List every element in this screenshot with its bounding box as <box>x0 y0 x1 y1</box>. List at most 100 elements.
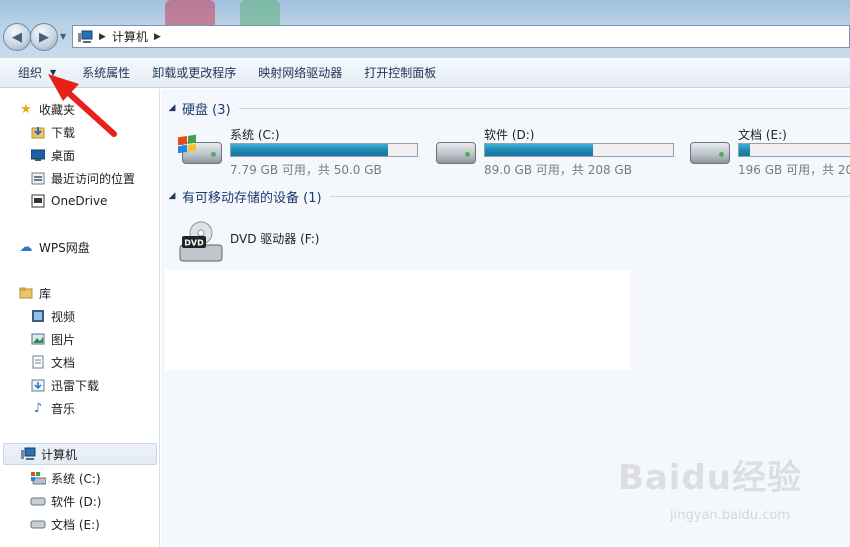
sidebar-item-drive-c[interactable]: 系统 (C:) <box>30 467 101 489</box>
address-bar[interactable]: ▶ 计算机 ▶ <box>72 25 850 48</box>
music-icon: ♪ <box>33 400 43 416</box>
sidebar-item-favorites[interactable]: ★ 收藏夹 <box>18 98 75 120</box>
sidebar-item-drive-e[interactable]: 文档 (E:) <box>30 513 100 535</box>
group-title: 有可移动存储的设备 (1) <box>182 190 322 206</box>
open-control-panel-button[interactable]: 打开控制面板 <box>355 61 445 85</box>
map-network-drive-button[interactable]: 映射网络驱动器 <box>249 61 351 85</box>
drive-name: 系统 (C:) <box>230 128 280 142</box>
drive-usage-fill <box>485 144 593 156</box>
blank-area <box>165 270 630 370</box>
drive-usage-fill <box>231 144 388 156</box>
sidebar-label: 桌面 <box>51 148 76 163</box>
breadcrumb-chevron-icon[interactable]: ▶ <box>154 32 161 42</box>
cloud-icon: ☁ <box>19 239 33 255</box>
back-arrow-icon: ◀ <box>12 29 22 45</box>
sidebar-item-documents[interactable]: 文档 <box>30 351 75 373</box>
star-icon: ★ <box>20 101 32 117</box>
back-button[interactable]: ◀ <box>3 23 31 51</box>
drive-usage-fill <box>739 144 750 156</box>
computer-icon <box>77 30 93 44</box>
sidebar-label: 音乐 <box>51 401 76 416</box>
organize-label: 组织 <box>18 66 43 80</box>
download-folder-icon <box>30 124 46 140</box>
sidebar-label: 图片 <box>51 332 76 347</box>
picture-icon <box>30 331 46 347</box>
svg-text:DVD: DVD <box>184 239 204 248</box>
sidebar-item-computer[interactable]: 计算机 <box>3 443 157 465</box>
uninstall-program-button[interactable]: 卸载或更改程序 <box>143 61 245 85</box>
sidebar-item-onedrive[interactable]: OneDrive <box>30 190 107 212</box>
sidebar-item-wps-drive[interactable]: ☁ WPS网盘 <box>18 236 90 258</box>
sidebar-item-desktop[interactable]: 桌面 <box>30 144 75 166</box>
drive-tile-e[interactable]: 文档 (E:) 196 GB 可用，共 208 GB <box>686 126 850 186</box>
library-icon <box>18 285 34 301</box>
drive-icon <box>30 516 46 532</box>
thunder-download-icon <box>30 377 46 393</box>
breadcrumb-chevron-icon[interactable]: ▶ <box>99 32 106 42</box>
sidebar-label: 视频 <box>51 309 76 324</box>
recent-pages-dropdown[interactable]: ▼ <box>60 32 68 41</box>
drive-tile-c[interactable]: 系统 (C:) 7.79 GB 可用，共 50.0 GB <box>178 126 418 186</box>
drive-usage-bar <box>230 143 418 157</box>
breadcrumb-computer[interactable]: 计算机 <box>112 28 148 45</box>
sidebar-label: 软件 (D:) <box>51 494 102 509</box>
sidebar-label: OneDrive <box>51 194 108 208</box>
dvd-drive-icon: DVD <box>178 221 224 262</box>
hard-drive-icon <box>432 132 478 172</box>
recent-places-icon <box>30 170 46 186</box>
collapse-triangle-icon[interactable]: ◢ <box>165 103 179 113</box>
drive-usage-bar <box>484 143 674 157</box>
sidebar-label: 最近访问的位置 <box>51 171 136 186</box>
drive-name: 软件 (D:) <box>484 128 535 142</box>
navigation-pane: ★ 收藏夹 下载 桌面 最近访问的位置 OneDrive ☁ WPS网盘 库 视… <box>0 89 160 547</box>
drive-name: DVD 驱动器 (F:) <box>230 232 320 246</box>
sidebar-item-videos[interactable]: 视频 <box>30 305 75 327</box>
onedrive-icon <box>30 193 46 209</box>
document-icon <box>30 354 46 370</box>
sidebar-label: 文档 <box>51 355 76 370</box>
dvd-drive-tile[interactable]: DVD DVD 驱动器 (F:) <box>178 215 378 275</box>
desktop-icon <box>30 147 46 163</box>
sidebar-item-thunder-downloads[interactable]: 迅雷下载 <box>30 374 99 396</box>
sidebar-item-music[interactable]: ♪ 音乐 <box>30 397 75 419</box>
baidu-watermark-url: jingyan.baidu.com <box>670 508 790 523</box>
group-header-removable[interactable]: ◢ 有可移动存储的设备 (1) <box>161 185 850 207</box>
forward-button[interactable]: ▶ <box>30 23 58 51</box>
drive-size-text: 196 GB 可用，共 208 GB <box>738 163 850 177</box>
sidebar-label: 收藏夹 <box>39 102 76 117</box>
sidebar-item-recent-places[interactable]: 最近访问的位置 <box>30 167 135 189</box>
sidebar-label: 文档 (E:) <box>51 517 100 532</box>
sidebar-item-pictures[interactable]: 图片 <box>30 328 75 350</box>
window-title-bar: ◀ ▶ ▼ ▶ 计算机 ▶ <box>0 0 850 58</box>
group-header-hard-disks[interactable]: ◢ 硬盘 (3) <box>161 97 850 119</box>
group-divider <box>329 195 850 197</box>
chevron-down-icon: ▼ <box>50 68 57 77</box>
sidebar-item-downloads[interactable]: 下载 <box>30 121 75 143</box>
forward-arrow-icon: ▶ <box>39 29 49 45</box>
sidebar-label: 计算机 <box>41 447 78 462</box>
collapse-triangle-icon[interactable]: ◢ <box>165 191 179 201</box>
sidebar-item-libraries[interactable]: 库 <box>18 282 51 304</box>
group-divider <box>238 107 850 109</box>
drive-usage-bar <box>738 143 850 157</box>
sidebar-label: 下载 <box>51 125 76 140</box>
sidebar-label: 系统 (C:) <box>51 471 101 486</box>
drive-tile-d[interactable]: 软件 (D:) 89.0 GB 可用，共 208 GB <box>432 126 674 186</box>
command-bar: 组织 ▼ 系统属性 卸载或更改程序 映射网络驱动器 打开控制面板 <box>0 58 850 88</box>
computer-icon <box>20 446 36 462</box>
sidebar-item-drive-d[interactable]: 软件 (D:) <box>30 490 101 512</box>
windows-hard-drive-icon <box>178 132 224 172</box>
windows-drive-icon <box>30 470 46 486</box>
system-properties-button[interactable]: 系统属性 <box>73 61 139 85</box>
drive-size-text: 89.0 GB 可用，共 208 GB <box>484 163 632 177</box>
group-title: 硬盘 (3) <box>182 102 231 118</box>
organize-button[interactable]: 组织 ▼ <box>0 61 65 85</box>
drive-size-text: 7.79 GB 可用，共 50.0 GB <box>230 163 382 177</box>
sidebar-label: 库 <box>39 286 52 301</box>
drive-name: 文档 (E:) <box>738 128 787 142</box>
video-icon <box>30 308 46 324</box>
baidu-watermark: Baidu经验 <box>617 458 802 498</box>
hard-drive-icon <box>686 132 732 172</box>
sidebar-label: WPS网盘 <box>39 240 90 255</box>
sidebar-label: 迅雷下载 <box>51 378 100 393</box>
